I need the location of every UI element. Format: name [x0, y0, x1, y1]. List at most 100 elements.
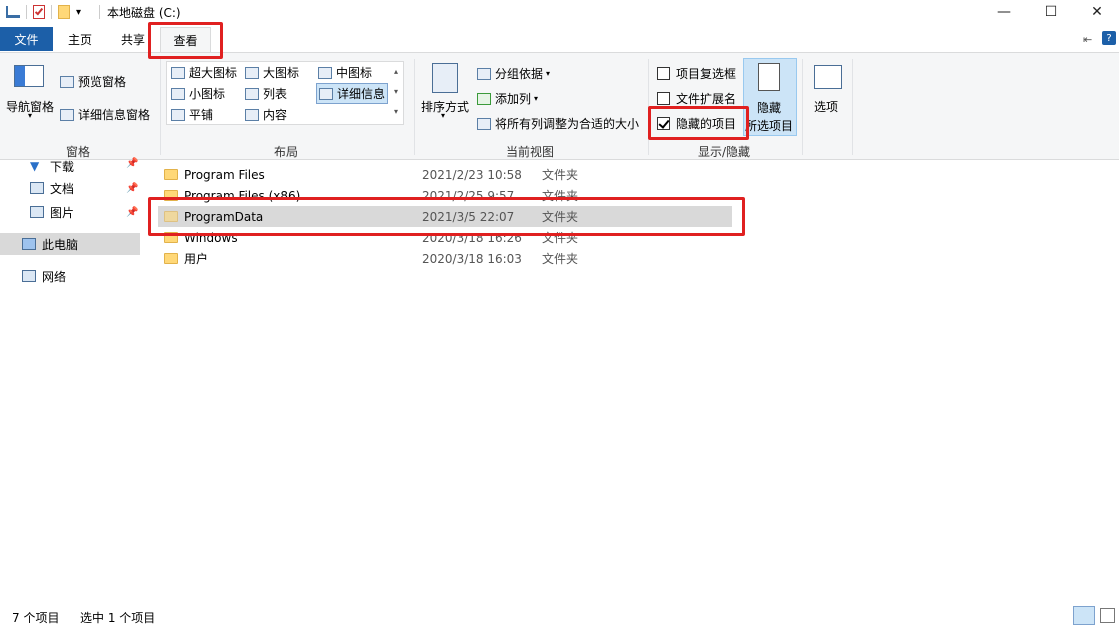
properties-icon[interactable]: [6, 6, 20, 18]
collapse-ribbon-icon[interactable]: ⇤: [1083, 33, 1092, 46]
nav-item-this-pc[interactable]: 此电脑: [0, 233, 140, 255]
group-separator: [414, 59, 415, 155]
maximize-button[interactable]: ☐: [1028, 0, 1074, 24]
help-icon[interactable]: ?: [1102, 31, 1116, 45]
layout-label: 列表: [263, 87, 288, 101]
checklist-icon[interactable]: [33, 5, 45, 19]
layout-medium-icons[interactable]: 中图标: [318, 64, 372, 81]
layout-label: 平铺: [189, 108, 214, 122]
table-row[interactable]: Program Files 2021/2/23 10:58 文件夹: [158, 164, 732, 185]
item-count: 7 个项目: [12, 611, 60, 625]
layout-extra-large-icons[interactable]: 超大图标: [171, 64, 237, 81]
medium-icons-icon: [318, 66, 332, 79]
layout-scroll-up-icon[interactable]: ▴: [394, 67, 398, 76]
nav-item-pictures[interactable]: 图片: [30, 201, 140, 223]
computer-icon: [22, 238, 36, 250]
file-name: Program Files: [184, 167, 265, 182]
tab-file[interactable]: 文件: [0, 27, 53, 51]
group-label-layout: 布局: [274, 145, 299, 159]
details-view-toggle-icon[interactable]: [1073, 606, 1095, 625]
extra-large-icons-icon: [171, 66, 185, 79]
list-icon: [245, 87, 259, 100]
quick-access-toolbar: ▾: [6, 3, 81, 21]
add-column-button[interactable]: 添加列 ▾: [477, 90, 538, 107]
layout-large-icons[interactable]: 大图标: [245, 64, 299, 81]
file-extensions-checkbox[interactable]: [657, 92, 670, 105]
layout-small-icons[interactable]: 小图标: [171, 85, 225, 102]
file-type: 文件夹: [542, 168, 579, 182]
options-button[interactable]: 选项: [814, 98, 838, 115]
customize-dropdown-icon[interactable]: ▾: [76, 7, 81, 18]
file-name: 用户: [184, 252, 209, 266]
table-row[interactable]: 用户 2020/3/18 16:03 文件夹: [158, 248, 732, 269]
new-folder-icon[interactable]: [58, 5, 70, 19]
pin-icon[interactable]: 📌: [126, 183, 138, 194]
layout-expand-icon[interactable]: ▾: [394, 107, 398, 116]
download-arrow-icon: ▼: [30, 159, 40, 173]
layout-list[interactable]: 列表: [245, 85, 287, 102]
sort-icon: [432, 63, 458, 93]
file-date: 2020/3/18 16:26: [422, 230, 522, 245]
layout-scroll-down-icon[interactable]: ▾: [394, 87, 398, 96]
status-bar: 7 个项目 选中 1 个项目: [0, 604, 1119, 627]
file-extensions-toggle[interactable]: 文件扩展名: [657, 90, 736, 107]
tab-view[interactable]: 查看: [160, 27, 211, 53]
fit-columns-label: 将所有列调整为合适的大小: [495, 117, 640, 131]
nav-item-label: 下载: [50, 159, 75, 174]
layout-label: 内容: [263, 108, 288, 122]
minimize-button[interactable]: —: [981, 0, 1027, 24]
layout-content[interactable]: 内容: [245, 106, 287, 123]
pin-icon[interactable]: 📌: [126, 207, 138, 218]
tab-share[interactable]: 共享: [110, 27, 156, 51]
file-date: 2021/2/25 9:57: [422, 188, 515, 203]
nav-item-documents[interactable]: 文档: [30, 177, 140, 199]
details-icon: [319, 87, 333, 100]
close-button[interactable]: ✕: [1074, 0, 1119, 24]
item-checkboxes-toggle[interactable]: 项目复选框: [657, 65, 736, 82]
layout-tiles[interactable]: 平铺: [171, 106, 213, 123]
preview-pane-icon: [60, 75, 74, 88]
preview-pane-button[interactable]: 预览窗格: [60, 73, 126, 90]
toolbar-divider: [26, 5, 27, 19]
sort-dropdown-icon[interactable]: ▾: [441, 111, 445, 120]
file-type: 文件夹: [542, 210, 579, 224]
file-list: Program Files 2021/2/23 10:58 文件夹 Progra…: [146, 160, 1119, 602]
pin-icon[interactable]: 📌: [126, 158, 138, 169]
folder-icon: [164, 232, 178, 243]
nav-item-label: 此电脑: [42, 237, 79, 252]
file-type: 文件夹: [542, 189, 579, 203]
tab-home[interactable]: 主页: [56, 27, 104, 51]
table-row[interactable]: Program Files (x86) 2021/2/25 9:57 文件夹: [158, 185, 732, 206]
ribbon-tabs: 文件 主页 共享 查看 ⇤ ?: [0, 27, 1119, 53]
details-pane-icon: [60, 108, 74, 121]
hide-selected-button[interactable]: 隐藏 所选项目: [743, 58, 797, 136]
nav-item-downloads[interactable]: ▼ 下载: [30, 155, 140, 177]
table-row[interactable]: ProgramData 2021/3/5 22:07 文件夹: [158, 206, 732, 227]
item-checkboxes-checkbox[interactable]: [657, 67, 670, 80]
navigation-pane: ▼ 下载 📌 文档 📌 图片 📌 此电脑 网络: [0, 158, 142, 602]
folder-icon: [164, 190, 178, 201]
hidden-items-checkbox[interactable]: [657, 117, 670, 130]
file-date: 2021/2/23 10:58: [422, 167, 522, 182]
layout-details[interactable]: 详细信息: [316, 83, 389, 104]
layout-label: 详细信息: [337, 87, 386, 101]
group-by-button[interactable]: 分组依据 ▾: [477, 65, 550, 82]
window-title: 本地磁盘 (C:): [107, 6, 181, 20]
nav-pane-dropdown-icon[interactable]: ▾: [28, 111, 32, 120]
hidden-items-toggle[interactable]: 隐藏的项目: [657, 115, 736, 132]
table-row[interactable]: Windows 2020/3/18 16:26 文件夹: [158, 227, 732, 248]
file-type: 文件夹: [542, 252, 579, 266]
details-pane-label: 详细信息窗格: [78, 108, 151, 122]
details-pane-button[interactable]: 详细信息窗格: [60, 106, 150, 123]
nav-pane-button[interactable]: [14, 65, 44, 87]
nav-item-network[interactable]: 网络: [0, 265, 140, 287]
file-date: 2020/3/18 16:03: [422, 251, 522, 266]
fit-columns-button[interactable]: 将所有列调整为合适的大小: [477, 115, 639, 132]
file-type: 文件夹: [542, 231, 579, 245]
small-icons-icon: [171, 87, 185, 100]
large-icons-view-toggle-icon[interactable]: [1100, 608, 1115, 623]
documents-icon: [30, 182, 44, 194]
file-date: 2021/3/5 22:07: [422, 209, 515, 224]
group-separator: [852, 59, 853, 155]
layout-label: 小图标: [189, 87, 226, 101]
